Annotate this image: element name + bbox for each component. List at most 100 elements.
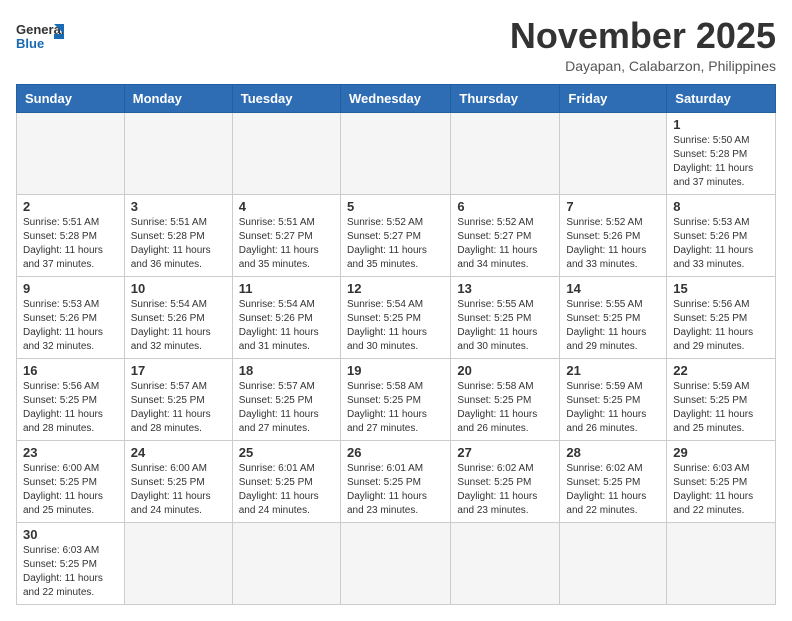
calendar-day-cell (17, 112, 125, 194)
calendar-day-cell: 12 Sunrise: 5:54 AM Sunset: 5:25 PM Dayli… (340, 276, 450, 358)
svg-text:Blue: Blue (16, 36, 44, 51)
calendar-day-cell: 27Sunrise: 6:02 AM Sunset: 5:25 PM Dayli… (451, 440, 560, 522)
day-info: Sunrise: 5:52 AM Sunset: 5:27 PM Dayligh… (457, 216, 553, 272)
calendar-day-cell (560, 112, 667, 194)
day-number: 22 (673, 363, 769, 378)
weekday-header-saturday: Saturday (667, 84, 776, 112)
calendar-day-cell: 2 Sunrise: 5:51 AM Sunset: 5:28 PM Daylig… (17, 194, 125, 276)
calendar-day-cell: 11 Sunrise: 5:54 AM Sunset: 5:26 PM Dayli… (232, 276, 340, 358)
calendar-day-cell: 15Sunrise: 5:56 AM Sunset: 5:25 PM Dayli… (667, 276, 776, 358)
calendar-day-cell (451, 522, 560, 604)
day-number: 29 (673, 445, 769, 460)
day-number: 2 (23, 199, 118, 214)
logo: General Blue (16, 16, 64, 56)
calendar-week-row: 30 Sunrise: 6:03 AM Sunset: 5:25 PM Dayli… (17, 522, 776, 604)
calendar-day-cell: 26Sunrise: 6:01 AM Sunset: 5:25 PM Dayli… (340, 440, 450, 522)
day-info: Sunrise: 6:00 AM Sunset: 5:25 PM Dayligh… (131, 462, 226, 518)
day-number: 9 (23, 281, 118, 296)
day-number: 25 (239, 445, 334, 460)
day-info: Sunrise: 5:57 AM Sunset: 5:25 PM Dayligh… (239, 380, 334, 436)
day-info: Sunrise: 5:50 AM Sunset: 5:28 PM Dayligh… (673, 134, 769, 190)
logo-icon: General Blue (16, 16, 64, 56)
calendar-day-cell (340, 522, 450, 604)
day-number: 1 (673, 117, 769, 132)
weekday-header-row: SundayMondayTuesdayWednesdayThursdayFrid… (17, 84, 776, 112)
calendar-day-cell: 25 Sunrise: 6:01 AM Sunset: 5:25 PM Dayli… (232, 440, 340, 522)
calendar-day-cell (124, 112, 232, 194)
day-number: 20 (457, 363, 553, 378)
day-number: 19 (347, 363, 444, 378)
calendar-day-cell: 24 Sunrise: 6:00 AM Sunset: 5:25 PM Dayli… (124, 440, 232, 522)
calendar-day-cell (124, 522, 232, 604)
day-info: Sunrise: 5:51 AM Sunset: 5:28 PM Dayligh… (23, 216, 118, 272)
weekday-header-friday: Friday (560, 84, 667, 112)
day-number: 5 (347, 199, 444, 214)
calendar-week-row: 2 Sunrise: 5:51 AM Sunset: 5:28 PM Daylig… (17, 194, 776, 276)
calendar-day-cell: 16Sunrise: 5:56 AM Sunset: 5:25 PM Dayli… (17, 358, 125, 440)
day-info: Sunrise: 6:01 AM Sunset: 5:25 PM Dayligh… (239, 462, 334, 518)
day-number: 26 (347, 445, 444, 460)
day-number: 13 (457, 281, 553, 296)
calendar-week-row: 9 Sunrise: 5:53 AM Sunset: 5:26 PM Daylig… (17, 276, 776, 358)
calendar-day-cell (451, 112, 560, 194)
calendar-day-cell (232, 522, 340, 604)
day-number: 30 (23, 527, 118, 542)
day-number: 27 (457, 445, 553, 460)
calendar-day-cell: 14 Sunrise: 5:55 AM Sunset: 5:25 PM Dayli… (560, 276, 667, 358)
day-info: Sunrise: 5:54 AM Sunset: 5:25 PM Dayligh… (347, 298, 444, 354)
day-info: Sunrise: 5:52 AM Sunset: 5:26 PM Dayligh… (566, 216, 660, 272)
calendar-day-cell (340, 112, 450, 194)
day-number: 4 (239, 199, 334, 214)
day-info: Sunrise: 5:58 AM Sunset: 5:25 PM Dayligh… (347, 380, 444, 436)
weekday-header-sunday: Sunday (17, 84, 125, 112)
calendar-table: SundayMondayTuesdayWednesdayThursdayFrid… (16, 84, 776, 605)
day-number: 11 (239, 281, 334, 296)
day-info: Sunrise: 5:59 AM Sunset: 5:25 PM Dayligh… (673, 380, 769, 436)
day-number: 18 (239, 363, 334, 378)
calendar-week-row: 16Sunrise: 5:56 AM Sunset: 5:25 PM Dayli… (17, 358, 776, 440)
day-number: 24 (131, 445, 226, 460)
calendar-day-cell: 10Sunrise: 5:54 AM Sunset: 5:26 PM Dayli… (124, 276, 232, 358)
calendar-day-cell: 5 Sunrise: 5:52 AM Sunset: 5:27 PM Daylig… (340, 194, 450, 276)
day-info: Sunrise: 6:00 AM Sunset: 5:25 PM Dayligh… (23, 462, 118, 518)
day-info: Sunrise: 5:56 AM Sunset: 5:25 PM Dayligh… (673, 298, 769, 354)
day-info: Sunrise: 5:58 AM Sunset: 5:25 PM Dayligh… (457, 380, 553, 436)
calendar-day-cell: 4 Sunrise: 5:51 AM Sunset: 5:27 PM Daylig… (232, 194, 340, 276)
day-info: Sunrise: 5:56 AM Sunset: 5:25 PM Dayligh… (23, 380, 118, 436)
day-info: Sunrise: 5:54 AM Sunset: 5:26 PM Dayligh… (239, 298, 334, 354)
calendar-day-cell (560, 522, 667, 604)
day-info: Sunrise: 5:55 AM Sunset: 5:25 PM Dayligh… (566, 298, 660, 354)
day-info: Sunrise: 5:52 AM Sunset: 5:27 PM Dayligh… (347, 216, 444, 272)
calendar-day-cell: 19 Sunrise: 5:58 AM Sunset: 5:25 PM Dayli… (340, 358, 450, 440)
day-number: 14 (566, 281, 660, 296)
day-info: Sunrise: 5:51 AM Sunset: 5:28 PM Dayligh… (131, 216, 226, 272)
day-info: Sunrise: 5:53 AM Sunset: 5:26 PM Dayligh… (673, 216, 769, 272)
day-info: Sunrise: 5:51 AM Sunset: 5:27 PM Dayligh… (239, 216, 334, 272)
day-number: 12 (347, 281, 444, 296)
calendar-day-cell: 18 Sunrise: 5:57 AM Sunset: 5:25 PM Dayli… (232, 358, 340, 440)
day-number: 7 (566, 199, 660, 214)
calendar-week-row: 1 Sunrise: 5:50 AM Sunset: 5:28 PM Daylig… (17, 112, 776, 194)
header: General Blue November 2025 Dayapan, Cala… (16, 16, 776, 74)
day-info: Sunrise: 6:02 AM Sunset: 5:25 PM Dayligh… (566, 462, 660, 518)
calendar-day-cell: 8 Sunrise: 5:53 AM Sunset: 5:26 PM Daylig… (667, 194, 776, 276)
day-info: Sunrise: 6:03 AM Sunset: 5:25 PM Dayligh… (23, 544, 118, 600)
calendar-day-cell: 17Sunrise: 5:57 AM Sunset: 5:25 PM Dayli… (124, 358, 232, 440)
calendar-day-cell: 3Sunrise: 5:51 AM Sunset: 5:28 PM Daylig… (124, 194, 232, 276)
day-number: 21 (566, 363, 660, 378)
weekday-header-tuesday: Tuesday (232, 84, 340, 112)
day-info: Sunrise: 6:03 AM Sunset: 5:25 PM Dayligh… (673, 462, 769, 518)
day-number: 23 (23, 445, 118, 460)
calendar-day-cell: 9 Sunrise: 5:53 AM Sunset: 5:26 PM Daylig… (17, 276, 125, 358)
weekday-header-thursday: Thursday (451, 84, 560, 112)
calendar-day-cell (667, 522, 776, 604)
day-number: 8 (673, 199, 769, 214)
calendar-day-cell: 1 Sunrise: 5:50 AM Sunset: 5:28 PM Daylig… (667, 112, 776, 194)
calendar-day-cell: 7 Sunrise: 5:52 AM Sunset: 5:26 PM Daylig… (560, 194, 667, 276)
calendar-day-cell: 13Sunrise: 5:55 AM Sunset: 5:25 PM Dayli… (451, 276, 560, 358)
calendar-day-cell: 23 Sunrise: 6:00 AM Sunset: 5:25 PM Dayli… (17, 440, 125, 522)
day-info: Sunrise: 5:57 AM Sunset: 5:25 PM Dayligh… (131, 380, 226, 436)
weekday-header-wednesday: Wednesday (340, 84, 450, 112)
calendar-week-row: 23 Sunrise: 6:00 AM Sunset: 5:25 PM Dayli… (17, 440, 776, 522)
day-info: Sunrise: 5:53 AM Sunset: 5:26 PM Dayligh… (23, 298, 118, 354)
